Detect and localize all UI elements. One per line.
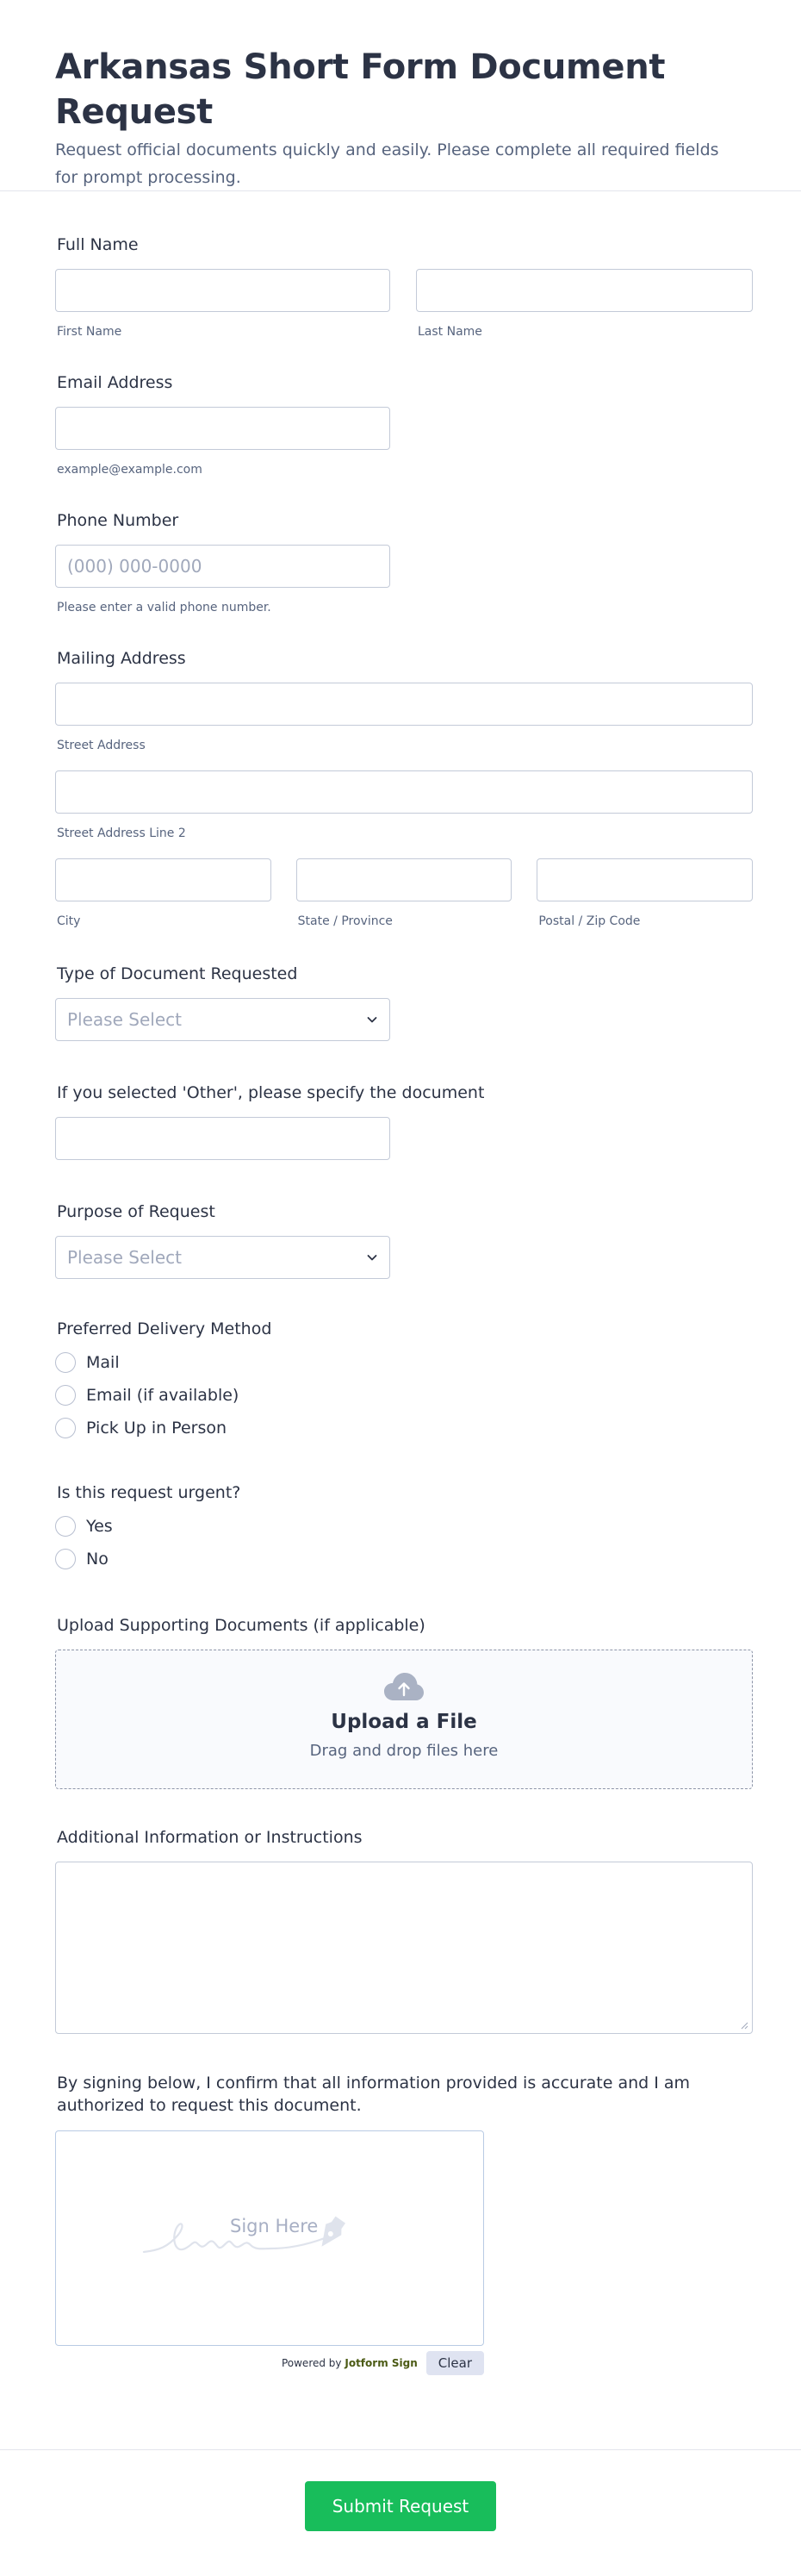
phone-label: Phone Number xyxy=(57,511,179,530)
submit-button[interactable]: Submit Request xyxy=(305,2481,496,2531)
urgent-option-yes[interactable]: Yes xyxy=(55,1510,753,1543)
first-name-input[interactable] xyxy=(55,269,390,312)
clear-signature-button[interactable]: Clear xyxy=(425,2351,484,2375)
delivery-question: Preferred Delivery Method Mail Email (if… xyxy=(55,1319,753,1444)
signature-footer: Powered by Jotform Sign Clear xyxy=(55,2351,484,2375)
urgent-question: Is this request urgent? Yes No xyxy=(55,1482,753,1575)
radio-label: Pick Up in Person xyxy=(86,1419,227,1438)
other-doc-question: If you selected 'Other', please specify … xyxy=(55,1082,753,1160)
upload-subtitle: Drag and drop files here xyxy=(309,1742,499,1760)
form-body: Full Name First Name Last Name Email Add… xyxy=(0,191,801,2375)
radio-button[interactable] xyxy=(55,1549,76,1569)
other-doc-label: If you selected 'Other', please specify … xyxy=(57,1083,485,1102)
phone-question: Phone Number (000) 000-0000 Please enter… xyxy=(55,510,753,615)
first-name-sublabel: First Name xyxy=(57,325,122,339)
powered-by-text: Powered by Jotform Sign xyxy=(282,2357,418,2369)
powered-brand[interactable]: Jotform Sign xyxy=(345,2357,417,2369)
additional-textarea[interactable] xyxy=(55,1862,753,2034)
phone-input[interactable]: (000) 000-0000 xyxy=(55,545,390,588)
radio-label: Mail xyxy=(86,1353,120,1372)
pen-nib-icon xyxy=(321,2216,346,2247)
urgent-label: Is this request urgent? xyxy=(57,1483,241,1502)
urgent-option-no[interactable]: No xyxy=(55,1543,753,1575)
radio-button[interactable] xyxy=(55,1385,76,1406)
city-sublabel: City xyxy=(57,914,81,928)
cloud-upload-icon xyxy=(384,1673,424,1700)
form-description: Request official documents quickly and e… xyxy=(55,140,719,187)
purpose-select[interactable]: Please Select xyxy=(55,1236,390,1279)
full-name-question: Full Name First Name Last Name xyxy=(55,234,753,340)
radio-button[interactable] xyxy=(55,1516,76,1537)
form-header: Arkansas Short Form Document Request Req… xyxy=(0,0,801,191)
upload-label: Upload Supporting Documents (if applicab… xyxy=(57,1616,425,1635)
email-input[interactable] xyxy=(55,407,390,450)
email-label: Email Address xyxy=(57,373,173,392)
upload-dropzone[interactable]: Upload a File Drag and drop files here xyxy=(55,1650,753,1789)
delivery-label: Preferred Delivery Method xyxy=(57,1319,272,1338)
state-input[interactable] xyxy=(295,858,512,901)
form-title: Arkansas Short Form Document Request xyxy=(55,47,666,132)
other-doc-input[interactable] xyxy=(55,1117,390,1160)
street-address-input[interactable] xyxy=(55,683,753,726)
signature-pad[interactable]: Sign Here xyxy=(55,2130,484,2346)
upload-question: Upload Supporting Documents (if applicab… xyxy=(55,1615,753,1789)
last-name-sublabel: Last Name xyxy=(418,325,482,339)
last-name-input[interactable] xyxy=(416,269,753,312)
radio-button[interactable] xyxy=(55,1352,76,1373)
resize-handle-icon[interactable] xyxy=(740,2021,748,2030)
street-address-2-input[interactable] xyxy=(55,770,753,814)
form-footer: Submit Request xyxy=(0,2449,801,2576)
zip-sublabel: Postal / Zip Code xyxy=(538,914,641,928)
street-address-2-sublabel: Street Address Line 2 xyxy=(57,826,186,840)
zip-input[interactable] xyxy=(537,858,754,901)
upload-title: Upload a File xyxy=(331,1711,477,1733)
city-input[interactable] xyxy=(55,858,271,901)
chevron-down-icon xyxy=(367,1255,377,1261)
purpose-question: Purpose of Request Please Select xyxy=(55,1201,753,1279)
full-name-label: Full Name xyxy=(57,235,139,254)
delivery-option-mail[interactable]: Mail xyxy=(55,1346,753,1379)
state-sublabel: State / Province xyxy=(297,914,393,928)
phone-placeholder: (000) 000-0000 xyxy=(67,556,202,577)
purpose-selected: Please Select xyxy=(67,1247,182,1268)
delivery-option-email[interactable]: Email (if available) xyxy=(55,1379,753,1412)
signature-placeholder: Sign Here xyxy=(230,2216,319,2236)
doc-type-select[interactable]: Please Select xyxy=(55,998,390,1041)
radio-label: Email (if available) xyxy=(86,1386,239,1405)
powered-prefix: Powered by xyxy=(281,2357,342,2369)
address-question: Mailing Address Street Address Street Ad… xyxy=(55,648,754,929)
radio-label: No xyxy=(86,1550,109,1569)
phone-sublabel: Please enter a valid phone number. xyxy=(57,601,271,614)
chevron-down-icon xyxy=(367,1017,377,1023)
doc-type-selected: Please Select xyxy=(67,1009,182,1030)
doc-type-label: Type of Document Requested xyxy=(57,964,298,983)
email-sublabel: example@example.com xyxy=(57,463,202,477)
doc-type-question: Type of Document Requested Please Select xyxy=(55,964,753,1041)
delivery-option-pickup[interactable]: Pick Up in Person xyxy=(55,1412,753,1444)
purpose-label: Purpose of Request xyxy=(57,1202,215,1221)
signature-label: By signing below, I confirm that all inf… xyxy=(57,2074,691,2115)
additional-question: Additional Information or Instructions xyxy=(55,1827,753,2034)
form-page: Arkansas Short Form Document Request Req… xyxy=(0,0,801,2576)
radio-label: Yes xyxy=(86,1517,113,1536)
email-question: Email Address example@example.com xyxy=(55,372,753,477)
radio-button[interactable] xyxy=(55,1418,76,1438)
street-address-sublabel: Street Address xyxy=(57,739,146,752)
address-label: Mailing Address xyxy=(57,649,186,668)
signature-question: By signing below, I confirm that all inf… xyxy=(55,2072,753,2375)
additional-label: Additional Information or Instructions xyxy=(57,1828,363,1847)
